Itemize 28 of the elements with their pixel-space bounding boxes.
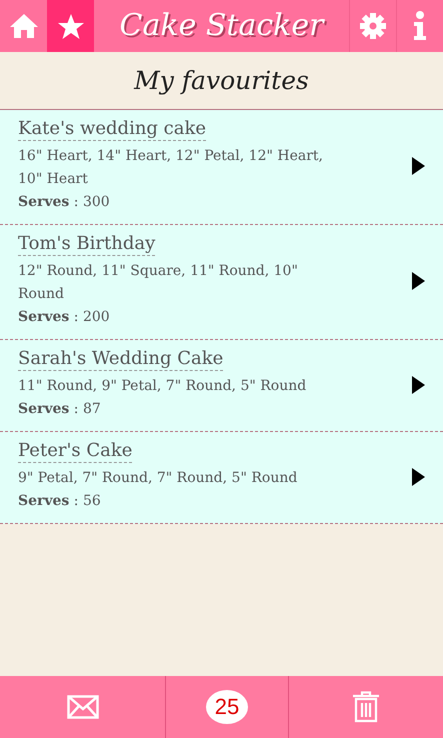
cake-list-item[interactable]: Sarah's Wedding Cake 11" Round, 9" Petal, 7" Round, 5" Round Serves : 87: [0, 340, 443, 432]
cake-name: Kate's wedding cake: [18, 118, 206, 141]
serves-text: Serves : 200: [18, 308, 110, 327]
tier-list: 16" Heart, 14" Heart, 12" Petal, 12" Heart, 10" Heart: [18, 145, 348, 191]
serves-text: Serves : 300: [18, 193, 110, 212]
mail-icon: [66, 695, 98, 719]
star-button[interactable]: [47, 0, 94, 52]
app-title: Cake Stacker: [118, 7, 326, 45]
chevron-right-icon: [412, 468, 425, 486]
chevron-right-icon: [412, 157, 425, 175]
serves-text: Serves : 87: [18, 400, 101, 419]
settings-icon: [359, 12, 387, 40]
trash-icon: [352, 691, 380, 723]
serves-text: Serves : 56: [18, 492, 101, 511]
tier-list: 9" Petal, 7" Round, 7" Round, 5" Round: [18, 467, 298, 490]
cake-list-item[interactable]: Peter's Cake 9" Petal, 7" Round, 7" Round, 5" Round Serves : 56: [0, 432, 443, 524]
chevron-right-icon: [412, 376, 425, 394]
cake-list-item[interactable]: Kate's wedding cake 16" Heart, 14" Heart, 12" Petal, 12" Heart, 10" Heart Serves : 300: [0, 110, 443, 225]
star-icon: [56, 12, 84, 40]
cake-name: Tom's Birthday: [18, 233, 156, 256]
cake-name: Peter's Cake: [18, 440, 132, 463]
home-icon: [8, 13, 38, 39]
tier-list: 12" Round, 11" Square, 11" Round, 10" Round: [18, 260, 348, 306]
tier-list: 11" Round, 9" Petal, 7" Round, 5" Round: [18, 375, 306, 398]
info-icon: [412, 11, 428, 41]
cake-list-item[interactable]: Tom's Birthday 12" Round, 11" Square, 11" Round, 10" Round Serves : 200: [0, 225, 443, 340]
chevron-right-icon: [412, 272, 425, 290]
cake-name: Sarah's Wedding Cake: [18, 348, 224, 371]
